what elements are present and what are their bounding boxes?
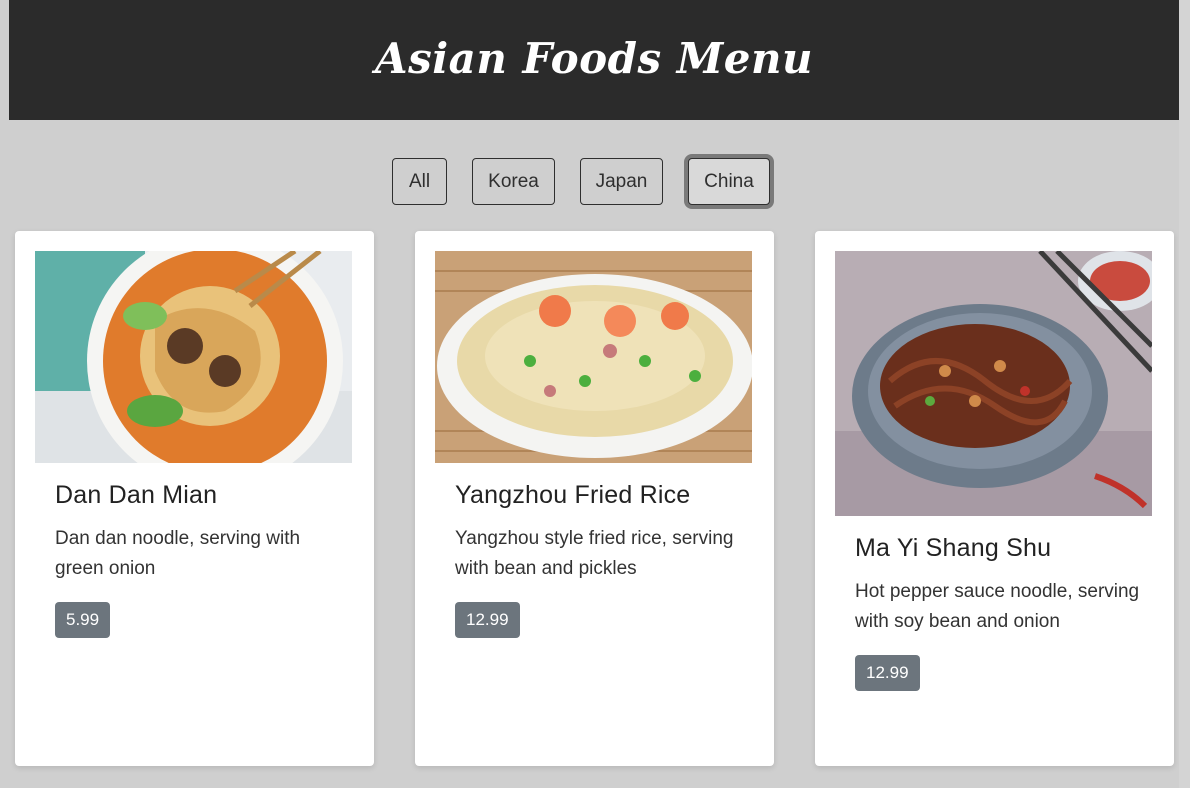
filter-all-button[interactable]: All	[392, 158, 447, 205]
card-body: Dan Dan Mian Dan dan noodle, serving wit…	[55, 481, 350, 638]
page-title: Asian Foods Menu	[374, 33, 814, 83]
item-title: Ma Yi Shang Shu	[855, 534, 1052, 562]
card-body: Yangzhou Fried Rice Yangzhou style fried…	[455, 481, 750, 638]
item-description: Yangzhou style fried rice, serving with …	[455, 528, 734, 579]
menu-card: Dan Dan Mian Dan dan noodle, serving wit…	[15, 231, 374, 766]
menu-card: Yangzhou Fried Rice Yangzhou style fried…	[415, 231, 774, 766]
region-filter-bar: All Korea Japan China	[0, 158, 1170, 206]
filter-japan-button[interactable]: Japan	[580, 158, 663, 205]
food-image	[35, 251, 352, 463]
item-description: Hot pepper sauce noodle, serving with so…	[855, 581, 1140, 632]
card-body: Ma Yi Shang Shu Hot pepper sauce noodle,…	[855, 534, 1150, 691]
menu-card: Ma Yi Shang Shu Hot pepper sauce noodle,…	[815, 231, 1174, 766]
item-title: Yangzhou Fried Rice	[455, 481, 691, 509]
price-badge: 5.99	[55, 602, 111, 638]
item-description: Dan dan noodle, serving with green onion	[55, 528, 301, 579]
filter-korea-button[interactable]: Korea	[472, 158, 555, 205]
price-badge: 12.99	[855, 655, 920, 691]
page-header: Asian Foods Menu	[9, 0, 1179, 120]
item-title: Dan Dan Mian	[55, 481, 218, 509]
scrollbar-track[interactable]	[1179, 0, 1190, 788]
filter-china-button[interactable]: China	[688, 158, 770, 205]
food-image	[435, 251, 752, 463]
price-badge: 12.99	[455, 602, 520, 638]
food-image	[835, 251, 1152, 516]
